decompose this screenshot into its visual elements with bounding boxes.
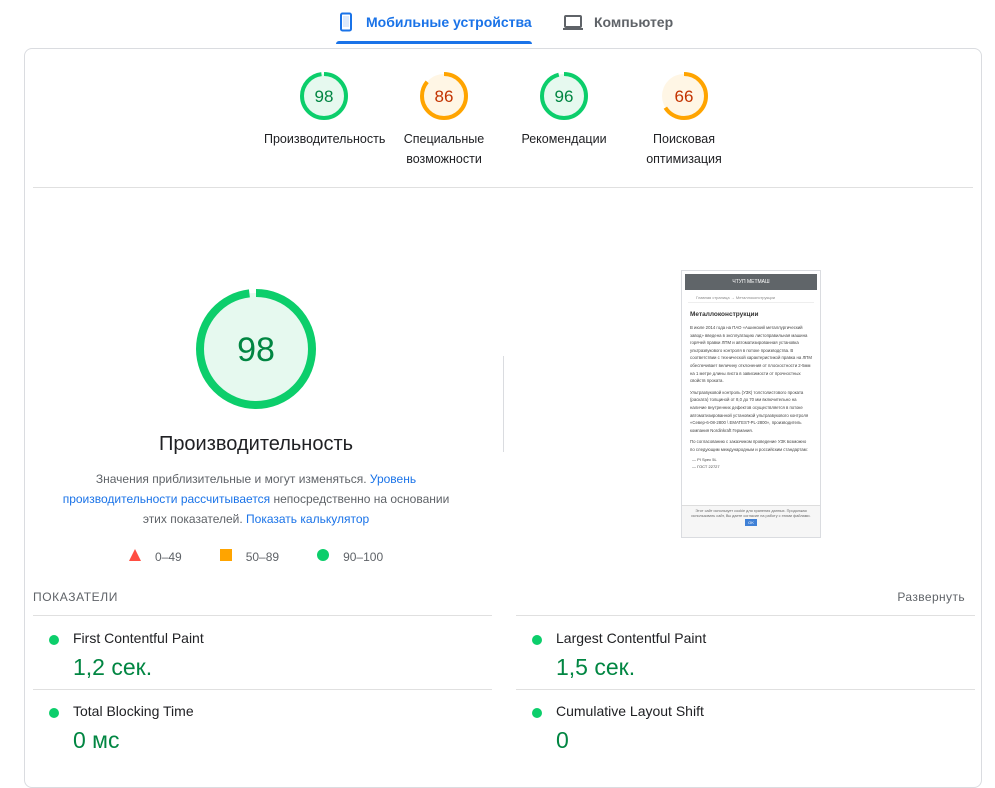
screenshot-heading: Металлоконструкции (690, 311, 759, 318)
score-label-line2: возможности (406, 152, 482, 166)
crumb-separator: → (730, 295, 735, 300)
score-label: Специальные (403, 132, 485, 146)
circle-icon (317, 549, 330, 564)
expand-button[interactable]: Развернуть (897, 590, 965, 604)
screenshot-list-item: — ГОСТ 22727 (692, 463, 720, 469)
cookie-text: Этот сайт использует cookie для хранения… (691, 509, 811, 518)
pass-dot-icon (49, 635, 59, 645)
score-value: 98 (315, 87, 334, 106)
screenshot-paragraph: Ультразвуковой контроль (УЗК) толстолист… (690, 389, 809, 433)
score-seo[interactable]: 66 Поисковая оптимизация (624, 71, 744, 169)
score-best-practices[interactable]: 96 Рекомендации (504, 71, 624, 149)
report-card: 98 Производительность 86 Специальные возм… (24, 48, 982, 788)
score-label-line2: оптимизация (646, 152, 722, 166)
performance-description: Значения приблизительные и могут изменят… (55, 469, 457, 529)
legend-label: 50–89 (245, 549, 280, 564)
metric-value: 0 (556, 727, 569, 753)
gauge-ring: 86 (420, 72, 468, 120)
phone-icon (336, 12, 356, 32)
tab-mobile[interactable]: Мобильные устройства (336, 0, 532, 44)
calculator-link[interactable]: Показать калькулятор (246, 512, 369, 526)
metric-divider (33, 615, 492, 616)
screenshot-cookie-banner: Этот сайт использует cookie для хранения… (682, 505, 820, 537)
screenshot-list-item: — PI Spec 5L (692, 456, 717, 462)
score-legend: 0–49 50–89 90–100 (129, 549, 421, 564)
score-value: 86 (435, 87, 454, 106)
score-label: Поисковая (653, 132, 715, 146)
score-performance[interactable]: 98 Производительность (264, 71, 386, 149)
legend-fail: 0–49 (129, 549, 182, 564)
legend-pass: 90–100 (317, 549, 383, 564)
pass-dot-icon (49, 708, 59, 718)
screenshot-paragraph: В июле 2014 года на ПАО «Ашинский металл… (690, 325, 812, 384)
triangle-icon (129, 549, 141, 564)
metric-value: 0 мс (73, 727, 120, 753)
crumb-item: Главная страница (696, 295, 730, 300)
tab-mobile-label: Мобильные устройства (366, 14, 532, 30)
metric-divider (516, 615, 975, 616)
metric-cls: Cumulative Layout Shift 0 (516, 700, 956, 772)
screenshot-site-title: ЧТУП МЕТМАШ (732, 279, 770, 285)
score-value: 66 (675, 87, 694, 106)
metric-tbt: Total Blocking Time 0 мс (33, 700, 473, 772)
tab-desktop[interactable]: Компьютер (562, 0, 673, 44)
score-label: Производительность (264, 132, 386, 146)
legend-label: 0–49 (155, 549, 182, 564)
active-tab-indicator (336, 41, 532, 44)
metrics-header: ПОКАЗАТЕЛИ (33, 590, 118, 604)
metric-value: 1,2 сек. (73, 654, 153, 680)
performance-score-value: 98 (237, 331, 275, 369)
metric-divider (516, 689, 975, 690)
metric-value: 1,5 сек. (556, 654, 636, 680)
score-label: Рекомендации (521, 132, 607, 146)
legend-label: 90–100 (343, 549, 384, 564)
cookie-ok-button: OK (745, 519, 757, 526)
gauge-ring: 96 (540, 72, 588, 120)
pass-dot-icon (532, 635, 542, 645)
list-text: PI Spec 5L (697, 456, 717, 462)
metric-name: Cumulative Layout Shift (556, 703, 704, 719)
desc-text: Значения приблизительные и могут изменят… (95, 472, 370, 486)
pass-dot-icon (532, 708, 542, 718)
page-screenshot: ЧТУП МЕТМАШ Главная страница → Металлоко… (681, 270, 821, 538)
square-icon (219, 549, 232, 564)
score-accessibility[interactable]: 86 Специальные возможности (384, 71, 504, 169)
metric-name: First Contentful Paint (73, 630, 204, 646)
score-value: 96 (555, 87, 574, 106)
performance-title: Производительность (158, 433, 354, 455)
metric-divider (33, 689, 492, 690)
vertical-divider (503, 356, 504, 452)
laptop-icon (562, 12, 584, 32)
tab-desktop-label: Компьютер (594, 14, 674, 30)
metric-name: Largest Contentful Paint (556, 630, 707, 646)
category-scores: 98 Производительность 86 Специальные возм… (25, 49, 981, 187)
legend-average: 50–89 (219, 549, 280, 564)
device-tabs: Мобильные устройства Компьютер (0, 0, 995, 44)
section-divider (33, 187, 973, 188)
screenshot-paragraph: По согласованию с заказчиком проведение … (690, 439, 808, 452)
gauge-ring: 98 (300, 72, 348, 120)
screenshot-header: ЧТУП МЕТМАШ (685, 274, 817, 290)
list-text: ГОСТ 22727 (697, 463, 720, 469)
gauge-ring: 66 (660, 72, 708, 120)
metric-name: Total Blocking Time (73, 703, 194, 719)
performance-gauge: 98 (195, 288, 317, 415)
screenshot-breadcrumb: Главная страница → Металлоконструкции (688, 293, 814, 303)
crumb-item: Металлоконструкции (735, 295, 775, 300)
